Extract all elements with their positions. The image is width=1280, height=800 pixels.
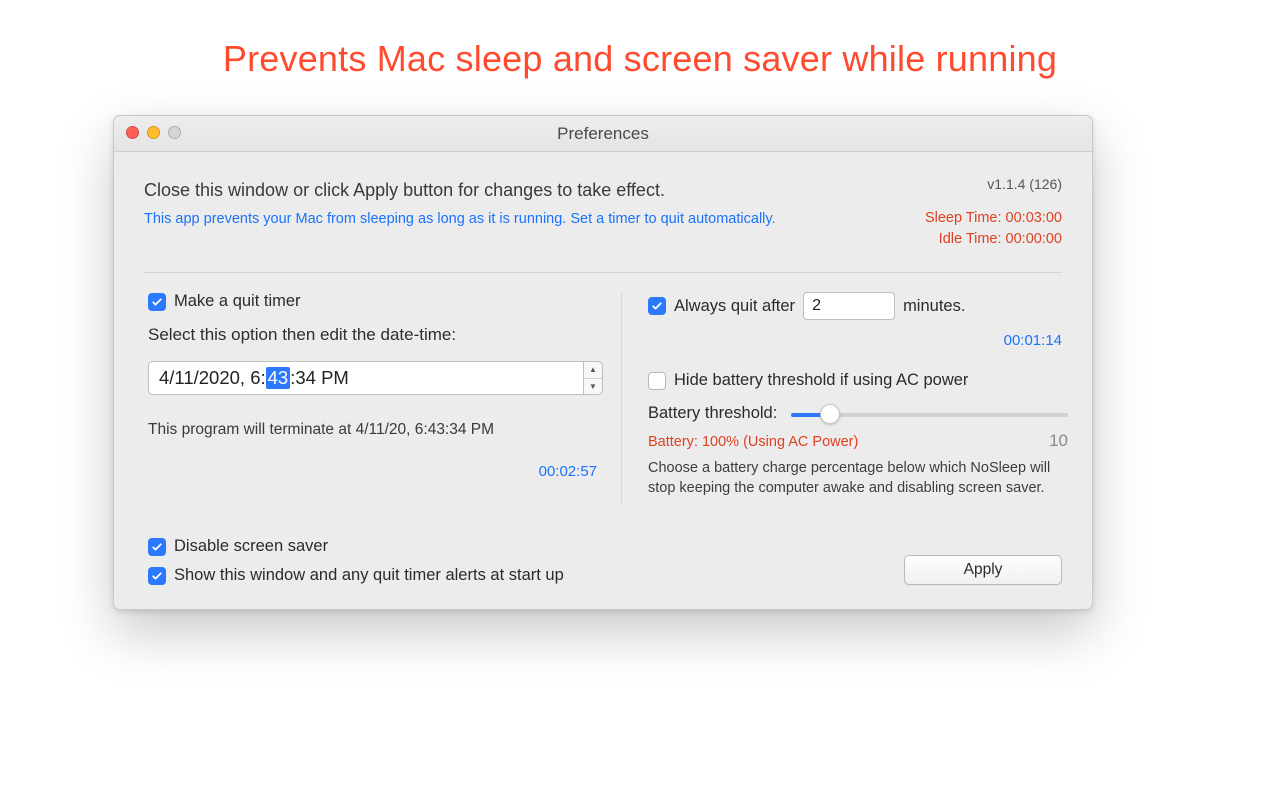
quit-timer-countdown: 00:02:57 — [148, 463, 603, 480]
always-quit-checkbox[interactable] — [648, 297, 666, 315]
window-title: Preferences — [114, 116, 1092, 152]
datetime-selected-minutes: 43 — [266, 367, 291, 389]
datetime-field-wrap: 4/11/2020, 6:43:34 PM ▲ ▼ — [148, 361, 603, 395]
vertical-divider — [621, 292, 622, 504]
terminate-line: This program will terminate at 4/11/20, … — [148, 421, 603, 439]
disable-screensaver-row: Disable screen saver — [148, 537, 564, 556]
titlebar: Preferences — [114, 116, 1092, 152]
preferences-window: Preferences Close this window or click A… — [113, 115, 1093, 610]
right-column: Always quit after 2 minutes. 00:01:14 Hi… — [648, 292, 1068, 498]
datetime-suffix: :34 PM — [290, 367, 349, 389]
hide-battery-label: Hide battery threshold if using AC power — [674, 371, 968, 390]
left-column: Make a quit timer Select this option the… — [148, 292, 603, 480]
show-window-startup-row: Show this window and any quit timer aler… — [148, 566, 564, 585]
disable-screensaver-label: Disable screen saver — [174, 537, 328, 556]
disable-screensaver-checkbox[interactable] — [148, 538, 166, 556]
show-window-startup-checkbox[interactable] — [148, 567, 166, 585]
horizontal-divider — [144, 272, 1062, 273]
status-block: Sleep Time: 00:03:00 Idle Time: 00:00:00 — [925, 208, 1062, 250]
datetime-stepper[interactable]: ▲ ▼ — [583, 361, 603, 395]
battery-threshold-row: Battery threshold: — [648, 404, 1068, 423]
version-label: v1.1.4 (126) — [987, 176, 1062, 192]
hide-battery-checkbox[interactable] — [648, 372, 666, 390]
make-quit-timer-label: Make a quit timer — [174, 292, 301, 311]
instruction-text: Close this window or click Apply button … — [144, 180, 1062, 201]
battery-status: Battery: 100% (Using AC Power) — [648, 434, 858, 450]
battery-threshold-desc: Choose a battery charge percentage below… — [648, 459, 1068, 498]
minutes-input[interactable]: 2 — [803, 292, 895, 320]
battery-threshold-slider[interactable] — [791, 405, 1068, 423]
sleep-time-label: Sleep Time: 00:03:00 — [925, 208, 1062, 229]
show-window-startup-label: Show this window and any quit timer aler… — [174, 566, 564, 585]
datetime-field[interactable]: 4/11/2020, 6:43:34 PM — [148, 361, 583, 395]
battery-threshold-value: 10 — [1049, 431, 1068, 451]
apply-button[interactable]: Apply — [904, 555, 1062, 585]
hide-battery-row: Hide battery threshold if using AC power — [648, 371, 1068, 390]
always-quit-countdown: 00:01:14 — [648, 332, 1068, 349]
page-headline: Prevents Mac sleep and screen saver whil… — [0, 38, 1280, 80]
make-quit-timer-checkbox[interactable] — [148, 293, 166, 311]
bottom-checkboxes: Disable screen saver Show this window an… — [148, 537, 564, 585]
always-quit-label: Always quit after — [674, 297, 795, 316]
battery-threshold-label: Battery threshold: — [648, 404, 777, 423]
make-quit-timer-row: Make a quit timer — [148, 292, 603, 311]
idle-time-label: Idle Time: 00:00:00 — [925, 229, 1062, 250]
chevron-down-icon[interactable]: ▼ — [584, 379, 602, 395]
slider-thumb[interactable] — [820, 404, 840, 424]
select-hint: Select this option then edit the date-ti… — [148, 325, 603, 345]
window-content: Close this window or click Apply button … — [114, 152, 1092, 609]
minutes-suffix: minutes. — [903, 297, 965, 316]
battery-status-row: Battery: 100% (Using AC Power) 10 — [648, 431, 1068, 451]
datetime-prefix: 4/11/2020, 6: — [159, 367, 266, 389]
chevron-up-icon[interactable]: ▲ — [584, 362, 602, 379]
always-quit-row: Always quit after 2 minutes. — [648, 292, 1068, 320]
